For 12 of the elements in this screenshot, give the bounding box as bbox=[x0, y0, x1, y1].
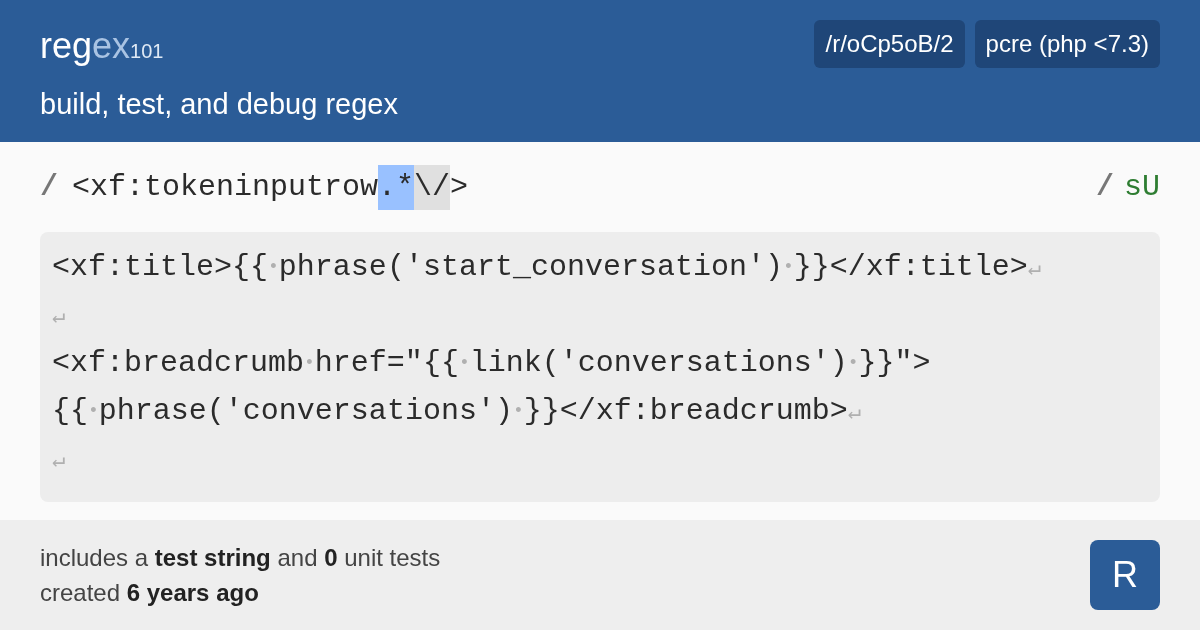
logo: regex101 bbox=[40, 24, 165, 68]
regex-flags[interactable]: sU bbox=[1124, 164, 1160, 210]
badge: /r/oCp5oB/2 bbox=[814, 20, 965, 68]
test-string-field[interactable]: <xf:title>{{•phrase('start_conversation')•}}</xf:title>↵ ↵ <xf:breadcrumb•href="{{•link('conversations')•}}"> {{•phrase('conversations')•}}</xf:breadcrumb>↵ ↵ bbox=[40, 232, 1160, 502]
regex-delimiter: / bbox=[1095, 168, 1114, 206]
avatar: R bbox=[1090, 540, 1160, 610]
regex-delimiter: / bbox=[40, 168, 58, 206]
regex-field[interactable]: <xf:tokeninputrow.*\/> bbox=[72, 164, 469, 210]
info-text: includes a test string and 0 unit tests bbox=[40, 543, 441, 573]
badge: pcre (php <7.3) bbox=[974, 20, 1160, 68]
tagline: build, test, and debug regex bbox=[40, 87, 398, 122]
info-text: created 6 years ago bbox=[40, 578, 260, 608]
